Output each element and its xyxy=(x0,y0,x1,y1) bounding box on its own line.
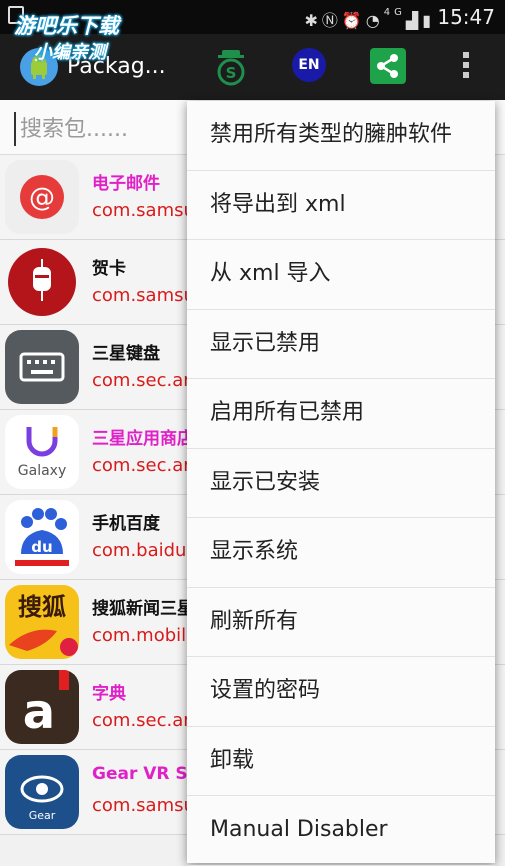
menu-item-refresh-all[interactable]: 刷新所有 xyxy=(187,588,495,657)
share-button[interactable] xyxy=(370,48,406,84)
app-name: 三星键盘 xyxy=(92,344,160,364)
menu-item-set-password[interactable]: 设置的密码 xyxy=(187,657,495,727)
bluetooth-icon: ✱ xyxy=(304,11,322,30)
svg-text:S: S xyxy=(226,64,237,82)
app-package: com.baidu. xyxy=(92,540,193,561)
baidu-icon: du xyxy=(5,500,79,574)
gear-label: Gear xyxy=(29,809,56,822)
menu-item-disable-all-bloatware[interactable]: 禁用所有类型的臃肿软件 xyxy=(187,101,495,171)
menu-item-show-disabled[interactable]: 显示已禁用 xyxy=(187,310,495,379)
app-name: 电子邮件 xyxy=(92,174,160,194)
app-package: com.samsu xyxy=(92,200,195,221)
greeting-card-icon xyxy=(5,245,79,319)
watermark-line-2: 小编亲测 xyxy=(34,42,106,63)
menu-item-uninstall[interactable]: 卸载 xyxy=(187,727,495,796)
donate-icon[interactable]: S xyxy=(214,48,248,90)
dictionary-icon: a xyxy=(5,670,79,744)
gear-vr-icon: Gear xyxy=(5,755,79,829)
baidu-label: du xyxy=(31,538,52,556)
watermark-line-1: 游吧乐下载 xyxy=(14,14,119,38)
menu-item-show-system[interactable]: 显示系统 xyxy=(187,518,495,588)
share-icon xyxy=(377,54,398,78)
language-en-button[interactable]: EN xyxy=(292,48,326,82)
status-icons: ✱Ⓝ⏰◔4G▟▮ xyxy=(304,7,435,31)
app-name: Gear VR Se xyxy=(92,764,200,784)
email-icon: @ xyxy=(5,160,79,234)
menu-item-enable-all-disabled[interactable]: 启用所有已禁用 xyxy=(187,379,495,449)
app-name: 贺卡 xyxy=(92,259,126,279)
wifi-icon: ◔ xyxy=(365,11,384,30)
galaxy-apps-icon: Galaxy xyxy=(5,415,79,489)
menu-item-show-installed[interactable]: 显示已安装 xyxy=(187,449,495,518)
menu-item-manual-disabler[interactable]: Manual Disabler xyxy=(187,796,495,866)
app-package: com.sec.ar xyxy=(92,455,191,476)
app-name: 搜狐新闻三星 xyxy=(92,599,194,619)
dot-icon xyxy=(463,52,469,58)
app-package: com.samsu xyxy=(92,285,195,306)
svg-text:@: @ xyxy=(29,183,55,213)
signal-icon: ▟ xyxy=(405,11,423,30)
overflow-menu: 禁用所有类型的臃肿软件 将导出到 xml 从 xml 导入 显示已禁用 启用所有… xyxy=(187,101,495,866)
battery-icon: ▮ xyxy=(422,11,435,30)
app-name: 手机百度 xyxy=(92,514,160,534)
watermark: 游吧乐下载 小编亲测 xyxy=(14,10,119,64)
clock: 15:47 xyxy=(437,5,495,29)
app-package: com.mobile xyxy=(92,625,198,646)
overflow-menu-button[interactable] xyxy=(460,52,472,84)
dot-icon xyxy=(463,62,469,68)
nfc-icon: Ⓝ xyxy=(321,11,342,30)
galaxy-label: Galaxy xyxy=(18,463,66,479)
dictionary-label: a xyxy=(23,684,55,740)
app-package: com.sec.ar xyxy=(92,710,191,731)
sohu-label: 搜狐 xyxy=(18,593,66,621)
menu-item-import-xml[interactable]: 从 xml 导入 xyxy=(187,240,495,310)
app-package: com.samsu xyxy=(92,795,195,816)
menu-item-export-xml[interactable]: 将导出到 xml xyxy=(187,171,495,240)
sohu-news-icon: 搜狐 xyxy=(5,585,79,659)
app-name: 三星应用商店 xyxy=(92,429,194,449)
alarm-icon: ⏰ xyxy=(341,11,366,30)
app-package: com.sec.ar xyxy=(92,370,191,391)
keyboard-icon xyxy=(5,330,79,404)
dot-icon xyxy=(463,72,469,78)
network-type-label: 4G xyxy=(383,7,406,18)
app-name: 字典 xyxy=(92,684,126,704)
